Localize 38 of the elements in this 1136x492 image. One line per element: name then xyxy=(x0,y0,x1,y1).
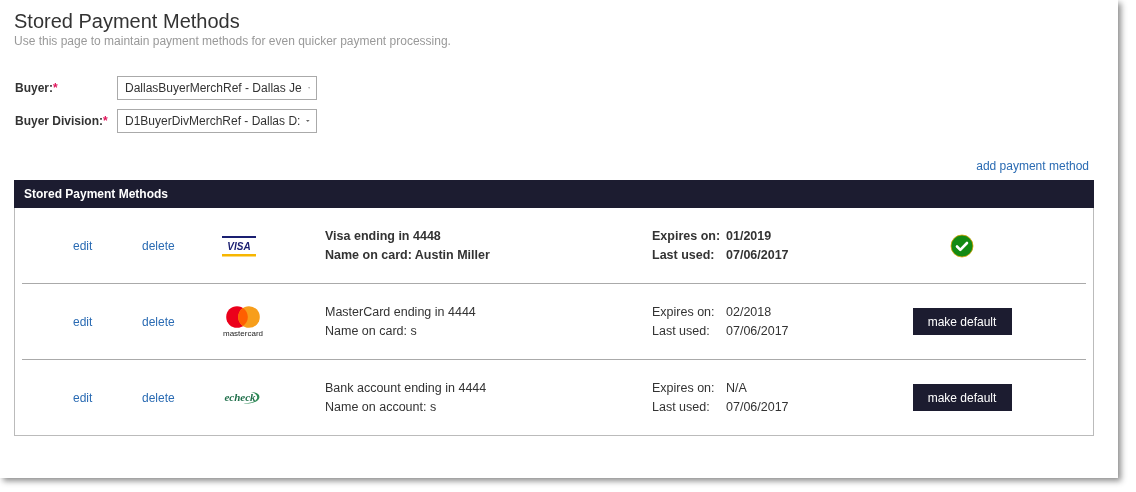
field-label: Buyer Division:* xyxy=(15,114,109,128)
last-used-value: 07/06/2017 xyxy=(726,400,789,414)
visa-logo: VISA xyxy=(221,234,257,257)
expires-value: N/A xyxy=(726,381,747,395)
method-description: Visa ending in 4448 xyxy=(325,229,441,243)
expires-label: Expires on: xyxy=(652,229,722,243)
name-on-method: Name on card: Austin Miller xyxy=(325,248,490,262)
field-label: Buyer:* xyxy=(15,81,59,95)
last-used-value: 07/06/2017 xyxy=(726,324,789,338)
edit-link[interactable]: edit xyxy=(73,314,93,329)
last-used-label: Last used: xyxy=(652,400,711,414)
caret-icon xyxy=(306,119,310,123)
last-used-label: Last used: xyxy=(652,324,711,338)
method-description: Bank account ending in 4444 xyxy=(325,381,487,395)
panel-title: Stored Payment Methods xyxy=(24,187,169,201)
delete-link[interactable]: delete xyxy=(142,390,175,405)
edit-link[interactable]: edit xyxy=(73,390,93,405)
select-field[interactable]: D1BuyerDivMerchRef - Dallas D: xyxy=(117,109,317,133)
make-default-button[interactable]: make default xyxy=(912,384,1012,411)
add-payment-method-link[interactable]: add payment method xyxy=(976,159,1089,173)
expires-value: 01/2019 xyxy=(726,229,772,243)
echeck-logo: echeck xyxy=(221,388,263,407)
last-used-label: Last used: xyxy=(652,248,716,262)
name-on-method: Name on account: s xyxy=(325,400,437,414)
select-field[interactable]: DallasBuyerMerchRef - Dallas Je xyxy=(117,76,317,100)
page-subtitle: Use this page to maintain payment methods for even quicker payment processing. xyxy=(14,34,451,48)
mastercard-logo: mastercard xyxy=(221,305,265,338)
name-on-method: Name on card: s xyxy=(325,324,417,338)
make-default-button[interactable]: make default xyxy=(912,308,1012,335)
expires-value: 02/2018 xyxy=(726,305,772,319)
delete-link[interactable]: delete xyxy=(142,314,175,329)
expires-label: Expires on: xyxy=(652,305,716,319)
expires-label: Expires on: xyxy=(652,381,716,395)
last-used-value: 07/06/2017 xyxy=(726,248,789,262)
method-description: MasterCard ending in 4444 xyxy=(325,305,476,319)
page-title: Stored Payment Methods xyxy=(14,9,240,34)
delete-link[interactable]: delete xyxy=(142,238,175,253)
edit-link[interactable]: edit xyxy=(73,238,93,253)
